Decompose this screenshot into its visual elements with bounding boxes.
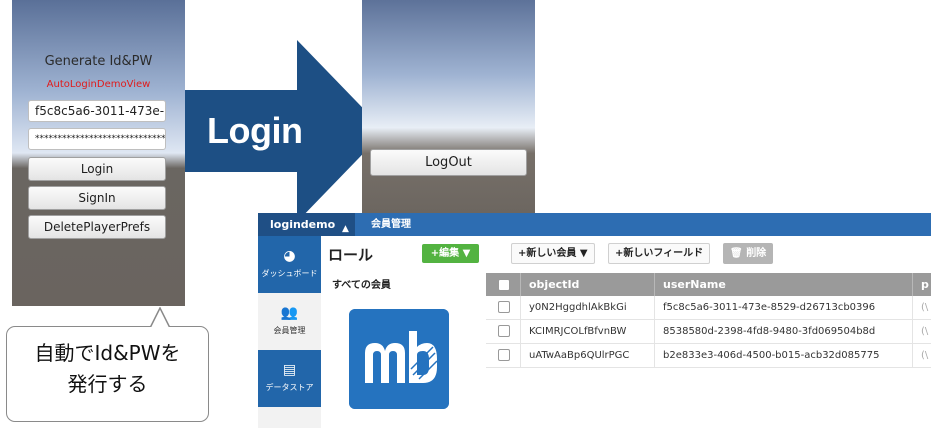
password-field[interactable]: *****************************: [28, 128, 166, 150]
sidebar-item-datastore[interactable]: ▤ データストア: [258, 350, 321, 407]
cell-password[interactable]: (\: [913, 320, 931, 343]
table-row[interactable]: y0N2HggdhlAkBkGi f5c8c5a6-3011-473e-8529…: [486, 296, 931, 320]
callout-line-1: 自動でId&PWを: [34, 341, 181, 365]
sidebar-item-members[interactable]: 👥 会員管理: [258, 293, 321, 350]
admin-dashboard: logindemo ▲ 会員管理 ◕ ダッシュボード 👥 会員管理 ▤ データス…: [258, 213, 931, 428]
arrow-label: Login: [207, 110, 303, 151]
app-name: logindemo: [270, 218, 336, 231]
users-icon: 👥: [280, 305, 299, 321]
sidebar-item-label: 会員管理: [273, 326, 306, 335]
cell-username[interactable]: b2e833e3-406d-4500-b015-acb32d085775: [655, 344, 913, 367]
generate-title: Generate Id&PW: [44, 54, 153, 69]
sidebar-item-label: データストア: [265, 383, 314, 392]
top-bar: logindemo ▲ 会員管理: [258, 213, 931, 236]
right-phone-screen: LogOut: [362, 0, 535, 213]
cell-password[interactable]: (\: [913, 344, 931, 367]
table-row[interactable]: KCIMRJCOLfBfvnBW 8538580d-2398-4fd8-9480…: [486, 320, 931, 344]
app-switcher[interactable]: logindemo ▲: [258, 213, 355, 236]
breadcrumb: 会員管理: [371, 219, 411, 230]
select-all-header: [486, 273, 521, 296]
sidebar-item-dashboard[interactable]: ◕ ダッシュボード: [258, 236, 321, 293]
mbaas-logo: [349, 309, 449, 409]
view-name-label: AutoLoginDemoView: [46, 79, 151, 90]
all-members-item[interactable]: すべての会員: [332, 276, 391, 291]
new-field-button[interactable]: +新しいフィールド: [608, 243, 711, 264]
new-member-button[interactable]: +新しい会員 ▼: [511, 243, 595, 264]
callout-bubble: 自動でId&PWを 発行する: [6, 326, 209, 422]
signin-button[interactable]: SignIn: [28, 186, 166, 210]
cell-objectid[interactable]: uATwAaBp6QUlrPGC: [521, 344, 655, 367]
select-all-checkbox[interactable]: [498, 279, 510, 291]
cell-objectid[interactable]: y0N2HggdhlAkBkGi: [521, 296, 655, 319]
callout-line-2: 発行する: [67, 372, 148, 396]
sidebar: ◕ ダッシュボード 👥 会員管理 ▤ データストア: [258, 236, 321, 428]
table-row[interactable]: uATwAaBp6QUlrPGC b2e833e3-406d-4500-b015…: [486, 344, 931, 368]
id-field[interactable]: f5c8c5a6-3011-473e-: [28, 100, 166, 122]
delete-player-prefs-button[interactable]: DeletePlayerPrefs: [28, 215, 166, 239]
column-header-username[interactable]: userName: [655, 273, 913, 296]
gauge-icon: ◕: [283, 248, 296, 264]
cell-password[interactable]: (\: [913, 296, 931, 319]
row-select[interactable]: [486, 320, 521, 343]
login-button[interactable]: Login: [28, 157, 166, 181]
row-select[interactable]: [486, 296, 521, 319]
cell-username[interactable]: 8538580d-2398-4fd8-9480-3fd069504b8d: [655, 320, 913, 343]
role-pane: ロール +編集 ▼ すべての会員: [321, 236, 487, 428]
edit-button[interactable]: +編集 ▼: [422, 244, 479, 263]
row-checkbox[interactable]: [498, 301, 510, 313]
trash-icon: 🗑: [730, 248, 743, 259]
left-phone-screen: Generate Id&PW AutoLoginDemoView f5c8c5a…: [12, 0, 185, 306]
database-icon: ▤: [282, 362, 297, 378]
cell-username[interactable]: f5c8c5a6-3011-473e-8529-d26713cb0396: [655, 296, 913, 319]
delete-label: 削除: [746, 248, 767, 259]
role-title: ロール: [328, 246, 374, 264]
column-header-password[interactable]: p: [913, 273, 931, 296]
row-select[interactable]: [486, 344, 521, 367]
delete-button[interactable]: 🗑 削除: [723, 243, 774, 264]
row-checkbox[interactable]: [498, 349, 510, 361]
row-checkbox[interactable]: [498, 325, 510, 337]
logout-button[interactable]: LogOut: [370, 149, 527, 176]
column-header-objectid[interactable]: objectId: [521, 273, 655, 296]
cell-objectid[interactable]: KCIMRJCOLfBfvnBW: [521, 320, 655, 343]
sidebar-item-label: ダッシュボード: [261, 269, 318, 278]
callout-tail: [148, 307, 174, 329]
members-main: +新しい会員 ▼ +新しいフィールド 🗑 削除 objectId userNam…: [486, 236, 931, 428]
